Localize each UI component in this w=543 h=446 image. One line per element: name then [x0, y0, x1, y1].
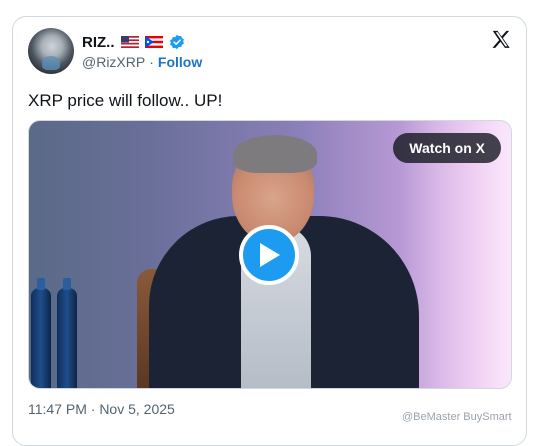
tweet-card: RIZ.. @RizXRP · Follow XRP price will fo…	[12, 16, 527, 446]
post-timestamp[interactable]: 11:47 PM · Nov 5, 2025	[28, 401, 175, 417]
speaker-hair	[233, 135, 317, 173]
follow-button[interactable]: Follow	[158, 54, 202, 70]
us-flag-icon	[120, 36, 139, 48]
separator-dot: ·	[149, 54, 154, 70]
video-player[interactable]: Watch on X	[28, 120, 512, 389]
author-row: RIZ..	[82, 31, 185, 53]
verified-badge-icon	[169, 34, 184, 50]
water-bottle	[57, 278, 77, 388]
user-handle[interactable]: @RizXRP	[82, 54, 145, 70]
display-name[interactable]: RIZ..	[82, 34, 115, 51]
play-icon	[260, 243, 280, 267]
watermark: @BeMaster BuySmart	[402, 411, 512, 423]
watch-on-x-button[interactable]: Watch on X	[393, 133, 501, 163]
handle-row: @RizXRP · Follow	[82, 54, 202, 70]
post-text: XRP price will follow.. UP!	[28, 91, 223, 110]
play-button[interactable]	[239, 225, 299, 285]
water-bottle	[31, 278, 51, 388]
x-logo-icon[interactable]	[490, 29, 512, 51]
puerto-rico-flag-icon	[144, 36, 163, 48]
avatar[interactable]	[28, 28, 74, 74]
